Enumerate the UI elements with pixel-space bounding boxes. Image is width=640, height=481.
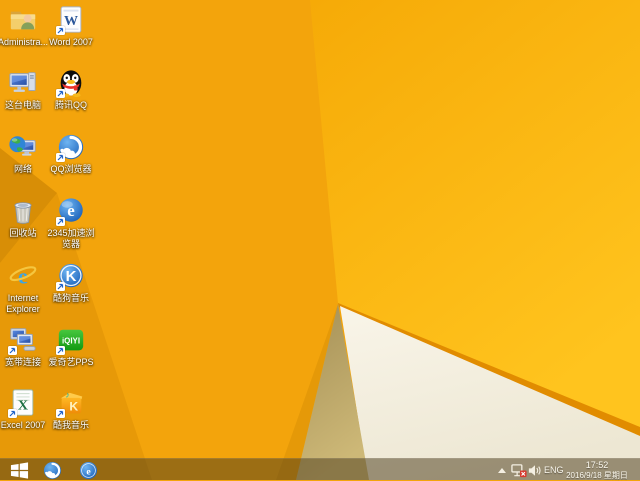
icon-label: 酷我音乐 xyxy=(52,420,89,430)
excel-document-icon: X xyxy=(8,388,38,418)
kuwo-box-icon: K ♪ xyxy=(56,388,86,418)
shortcut-arrow-icon xyxy=(56,217,65,226)
icon-label: 宽带连接 xyxy=(4,357,41,367)
svg-text:e: e xyxy=(86,466,91,477)
qq-penguin-icon xyxy=(56,68,86,98)
word-document-icon: W xyxy=(56,5,86,35)
tray-network-icon[interactable] xyxy=(510,459,528,481)
icon-label: Administra... xyxy=(0,37,49,47)
broadband-connection-icon xyxy=(8,325,38,355)
icon-label: 这台电脑 xyxy=(4,100,41,110)
svg-text:K: K xyxy=(66,268,77,285)
icon-label: 回收站 xyxy=(9,228,37,238)
desktop-icon-network[interactable]: 网络 xyxy=(0,132,48,175)
internet-explorer-icon: e xyxy=(8,261,38,291)
taskbar-2345-browser-button[interactable]: e xyxy=(74,459,102,481)
start-button[interactable] xyxy=(2,459,36,481)
icon-label: 爱奇艺PPS xyxy=(48,357,94,367)
blue-e-browser-icon: e xyxy=(56,196,86,226)
svg-text:W: W xyxy=(64,13,78,29)
desktop-icon-this-pc[interactable]: 这台电脑 xyxy=(0,68,48,111)
icon-label: Word 2007 xyxy=(49,37,93,47)
shortcut-arrow-icon xyxy=(8,346,17,355)
clock-time: 17:52 xyxy=(585,460,609,470)
desktop-icon-recycle-bin[interactable]: 回收站 xyxy=(0,196,48,239)
icon-label: 酷狗音乐 xyxy=(52,293,89,303)
svg-text:iQIYI: iQIYI xyxy=(62,336,80,345)
desktop-wallpaper xyxy=(0,0,640,480)
recycle-bin-icon xyxy=(8,196,38,226)
windows-logo-icon xyxy=(10,461,28,479)
blue-e-browser-icon: e xyxy=(79,461,97,479)
shortcut-arrow-icon xyxy=(56,282,65,291)
tray-clock[interactable]: 17:52 2016/9/18 星期日 xyxy=(557,459,637,481)
iqiyi-icon: iQIYI xyxy=(56,325,86,355)
svg-text:X: X xyxy=(18,398,28,414)
icon-label: QQ浏览器 xyxy=(50,164,92,174)
desktop-icon-2345-browser[interactable]: e 2345加速浏 览器 xyxy=(46,196,96,250)
qq-browser-icon xyxy=(43,461,61,479)
desktop-icon-excel-2007[interactable]: X Excel 2007 xyxy=(0,388,48,431)
desktop-icon-iqiyi-pps[interactable]: iQIYI 爱奇艺PPS xyxy=(46,325,96,368)
desktop-icon-internet-explorer[interactable]: e Internet Explorer xyxy=(0,261,48,315)
icon-label: 网络 xyxy=(13,164,32,174)
svg-text:♪: ♪ xyxy=(65,389,69,399)
desktop-icon-tencent-qq[interactable]: 腾讯QQ xyxy=(46,68,96,111)
taskbar: e ENG 17:52 2016/9/18 星期日 xyxy=(0,458,640,480)
show-hidden-icons-chevron[interactable] xyxy=(498,468,506,473)
kugou-k-icon: K xyxy=(56,261,86,291)
desktop-icon-broadband[interactable]: 宽带连接 xyxy=(0,325,48,368)
shortcut-arrow-icon xyxy=(56,409,65,418)
icon-label: Excel 2007 xyxy=(0,420,46,430)
svg-text:e: e xyxy=(67,201,75,220)
shortcut-arrow-icon xyxy=(56,346,65,355)
shortcut-arrow-icon xyxy=(56,89,65,98)
taskbar-qq-browser-button[interactable] xyxy=(38,459,66,481)
icon-label: 腾讯QQ xyxy=(54,100,87,110)
shortcut-arrow-icon xyxy=(8,409,17,418)
desktop-icon-administrator[interactable]: Administra... xyxy=(0,5,48,48)
shortcut-arrow-icon xyxy=(56,153,65,162)
desktop-icon-kuwo-music[interactable]: K ♪ 酷我音乐 xyxy=(46,388,96,431)
user-folder-icon xyxy=(8,5,38,35)
icon-label: 2345加速浏 览器 xyxy=(47,228,95,249)
computer-icon xyxy=(8,68,38,98)
desktop-icon-kugou-music[interactable]: K 酷狗音乐 xyxy=(46,261,96,304)
network-globe-icon xyxy=(8,132,38,162)
icon-label: Internet Explorer xyxy=(6,293,40,314)
shortcut-arrow-icon xyxy=(56,26,65,35)
clock-date: 2016/9/18 星期日 xyxy=(566,471,628,480)
desktop-icon-word-2007[interactable]: W Word 2007 xyxy=(46,5,96,48)
desktop-icon-qq-browser[interactable]: QQ浏览器 xyxy=(46,132,96,175)
tray-volume-icon[interactable] xyxy=(527,459,543,481)
qq-browser-icon xyxy=(56,132,86,162)
svg-text:K: K xyxy=(69,400,78,414)
